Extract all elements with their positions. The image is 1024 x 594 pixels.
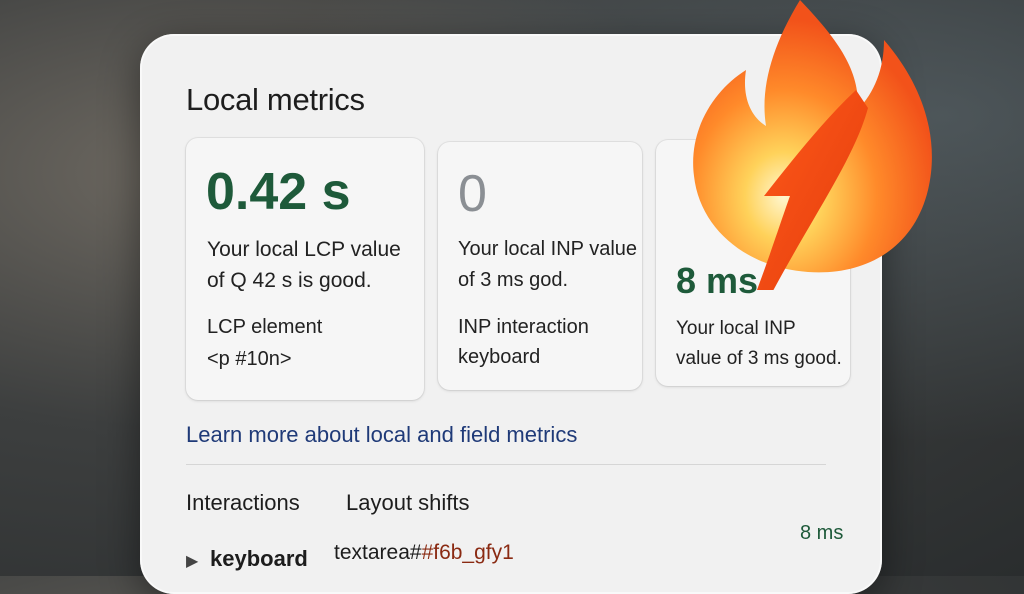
- lcp-description: Your local LCP value of Q 42 s is good.: [207, 238, 401, 292]
- tab-layout-shifts[interactable]: Layout shifts: [346, 490, 470, 516]
- inp-interaction-value[interactable]: keyboard: [458, 346, 540, 369]
- interaction-row-label[interactable]: keyboard: [210, 546, 308, 572]
- inp-card: 0 Your local INP value of 3 ms god. INP …: [438, 142, 642, 390]
- interaction-row-value: 8 ms: [800, 522, 844, 544]
- third-metric-description: Your local INP value of 3 ms good.: [676, 318, 842, 369]
- inp-description: Your local INP value of 3 ms god.: [458, 238, 638, 291]
- lcp-element-value[interactable]: <p #10n>: [207, 348, 292, 371]
- flame-icon: [693, 0, 932, 290]
- learn-more-link[interactable]: Learn more about local and field metrics: [186, 422, 577, 448]
- tab-interactions[interactable]: Interactions: [186, 490, 300, 516]
- target-id: #f6b_gfy1: [421, 541, 514, 564]
- lcp-element-label: LCP element: [207, 316, 323, 338]
- inp-interaction-label: INP interaction: [458, 316, 589, 338]
- caret-right-icon[interactable]: ▶: [186, 551, 198, 571]
- panel-title: Local metrics: [186, 82, 365, 117]
- lcp-value: 0.42 s: [206, 163, 351, 221]
- target-element: textarea#: [334, 541, 422, 564]
- inp-value: 0: [458, 165, 487, 223]
- divider: [186, 464, 826, 465]
- lcp-card: 0.42 s Your local LCP value of Q 42 s is…: [186, 138, 424, 400]
- interaction-row-target[interactable]: textarea##f6b_gfy1: [334, 541, 514, 565]
